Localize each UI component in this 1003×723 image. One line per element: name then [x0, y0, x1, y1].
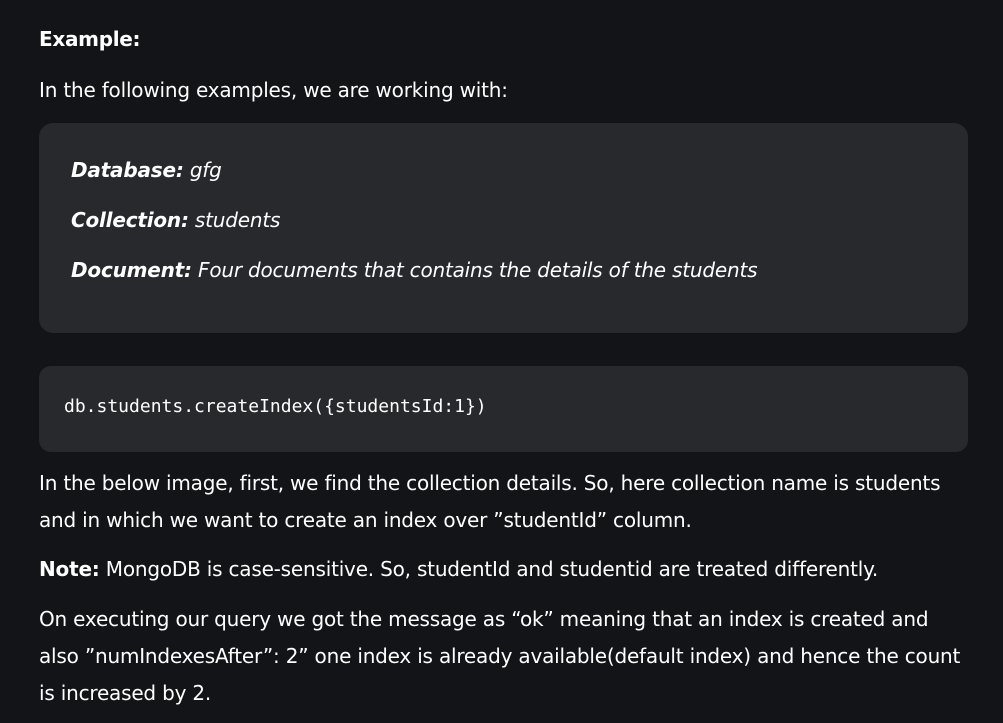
collection-value: students	[194, 208, 281, 232]
database-value: gfg	[189, 158, 222, 182]
code-text[interactable]: db.students.createIndex({studentsId:1})	[64, 396, 487, 417]
collection-label: Collection:	[71, 208, 189, 232]
note-label: Note:	[39, 557, 100, 581]
database-label: Database:	[71, 158, 184, 182]
example-heading: Example:	[39, 27, 141, 51]
execution-paragraph: On executing our query we got the messag…	[39, 607, 961, 705]
document-line: Document: Four documents that contains t…	[71, 258, 758, 282]
database-line: Database: gfg	[71, 158, 222, 182]
collection-line: Collection: students	[71, 208, 280, 232]
collection-details-paragraph: In the below image, first, we find the c…	[39, 471, 941, 532]
document-value: Four documents that contains the details…	[198, 258, 758, 282]
note-paragraph: Note: MongoDB is case-sensitive. So, stu…	[39, 551, 878, 588]
intro-paragraph: In the following examples, we are workin…	[39, 78, 508, 102]
document-label: Document:	[71, 258, 192, 282]
note-text: MongoDB is case-sensitive. So, studentId…	[105, 557, 879, 581]
